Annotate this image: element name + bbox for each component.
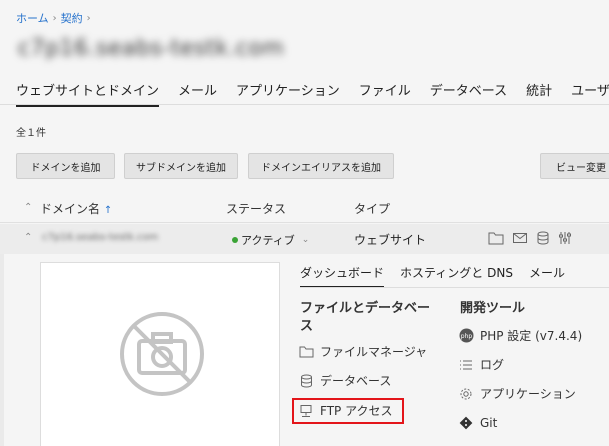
- dev-tools-title: 開発ツール: [460, 301, 526, 316]
- table-header: ⌃ ドメイン名 ↑ ステータス タイプ: [0, 196, 609, 222]
- tabs-divider: [0, 104, 609, 105]
- folder-icon: [298, 344, 314, 360]
- column-domain-name[interactable]: ドメイン名 ↑: [40, 200, 112, 217]
- no-preview-icon: [120, 312, 204, 396]
- row-actions: [488, 231, 572, 245]
- column-domain-label: ドメイン名: [40, 202, 101, 216]
- applications-label: アプリケーション: [480, 387, 576, 401]
- header-divider: [0, 222, 609, 223]
- svg-text:php: php: [460, 333, 472, 340]
- file-manager-link[interactable]: ファイルマネージャ: [298, 343, 427, 360]
- item-count: 全１件: [16, 128, 46, 139]
- column-type[interactable]: タイプ: [354, 200, 390, 217]
- databases-link[interactable]: データベース: [298, 372, 391, 389]
- files-title-line2: ス: [300, 319, 314, 334]
- mail-icon[interactable]: [512, 231, 528, 245]
- php-settings-link[interactable]: php PHP 設定 (v7.4.4): [458, 327, 582, 344]
- logs-link[interactable]: ログ: [458, 356, 504, 373]
- status-label: アクティブ: [241, 234, 295, 247]
- gear-icon: [458, 386, 474, 402]
- database-icon: [298, 373, 314, 389]
- applications-link[interactable]: アプリケーション: [458, 385, 576, 402]
- php-settings-label: PHP 設定 (v7.4.4): [480, 329, 583, 343]
- git-link[interactable]: Git: [458, 415, 497, 431]
- tab-databases[interactable]: データベース: [430, 80, 507, 107]
- domain-type: ウェブサイト: [354, 233, 427, 247]
- tab-websites-domains[interactable]: ウェブサイトとドメイン: [16, 80, 160, 107]
- list-icon: [458, 357, 474, 373]
- tab-dashboard[interactable]: ダッシュボード: [300, 264, 385, 288]
- tab-mail[interactable]: メール: [178, 80, 217, 107]
- website-preview[interactable]: [40, 262, 280, 446]
- tab-applications[interactable]: アプリケーション: [236, 80, 340, 107]
- breadcrumb-separator: ›: [52, 12, 57, 24]
- files-section-title: ファイルとデータベー ス: [300, 300, 430, 336]
- breadcrumb: ホーム › 契約 ›: [16, 10, 91, 26]
- breadcrumb-separator: ›: [86, 12, 91, 24]
- main-tabs: ウェブサイトとドメイン メール アプリケーション ファイル データベース 統計 …: [16, 80, 609, 107]
- add-subdomain-button[interactable]: サブドメインを追加: [124, 153, 238, 179]
- domain-name[interactable]: c7p16.seabs-testk.com: [42, 232, 158, 243]
- domain-subtabs: ダッシュボード ホスティングと DNS メール: [300, 264, 581, 288]
- tab-domain-mail[interactable]: メール: [529, 264, 565, 288]
- add-domain-button[interactable]: ドメインを追加: [16, 153, 115, 179]
- logs-label: ログ: [480, 358, 505, 372]
- settings-sliders-icon[interactable]: [558, 231, 572, 245]
- databases-label: データベース: [320, 374, 392, 388]
- collapse-all-icon[interactable]: ⌃: [24, 202, 32, 213]
- git-label: Git: [480, 416, 498, 430]
- tab-files[interactable]: ファイル: [359, 80, 411, 107]
- tab-users[interactable]: ユーザ: [571, 80, 609, 107]
- subtabs-divider: [300, 287, 609, 288]
- database-icon[interactable]: [536, 231, 550, 245]
- page-title: c7p16.seabs-testk.com: [18, 36, 285, 61]
- highlight-box: [292, 398, 404, 424]
- breadcrumb-home[interactable]: ホーム: [16, 10, 49, 26]
- change-view-button[interactable]: ビュー変更: [540, 153, 609, 179]
- breadcrumb-contract[interactable]: 契約: [61, 10, 83, 26]
- git-icon: [458, 415, 474, 431]
- tab-hosting-dns[interactable]: ホスティングと DNS: [400, 264, 513, 288]
- table-row[interactable]: ⌃ c7p16.seabs-testk.com アクティブ ⌄ ウェブサイト: [0, 224, 609, 254]
- chevron-down-icon: ⌄: [301, 235, 310, 245]
- folder-icon[interactable]: [488, 231, 504, 245]
- status-badge[interactable]: アクティブ ⌄: [232, 232, 309, 248]
- add-domain-alias-button[interactable]: ドメインエイリアスを追加: [248, 153, 394, 179]
- column-status[interactable]: ステータス: [226, 200, 286, 217]
- collapse-row-icon[interactable]: ⌃: [24, 232, 32, 243]
- tab-statistics[interactable]: 統計: [526, 80, 552, 107]
- files-title-line1: ファイルとデータベー: [300, 301, 431, 316]
- status-dot-icon: [232, 237, 238, 243]
- file-manager-label: ファイルマネージャ: [320, 345, 428, 359]
- scrollbar[interactable]: [0, 254, 4, 446]
- sort-arrow-icon: ↑: [103, 205, 113, 216]
- php-icon: php: [458, 328, 474, 344]
